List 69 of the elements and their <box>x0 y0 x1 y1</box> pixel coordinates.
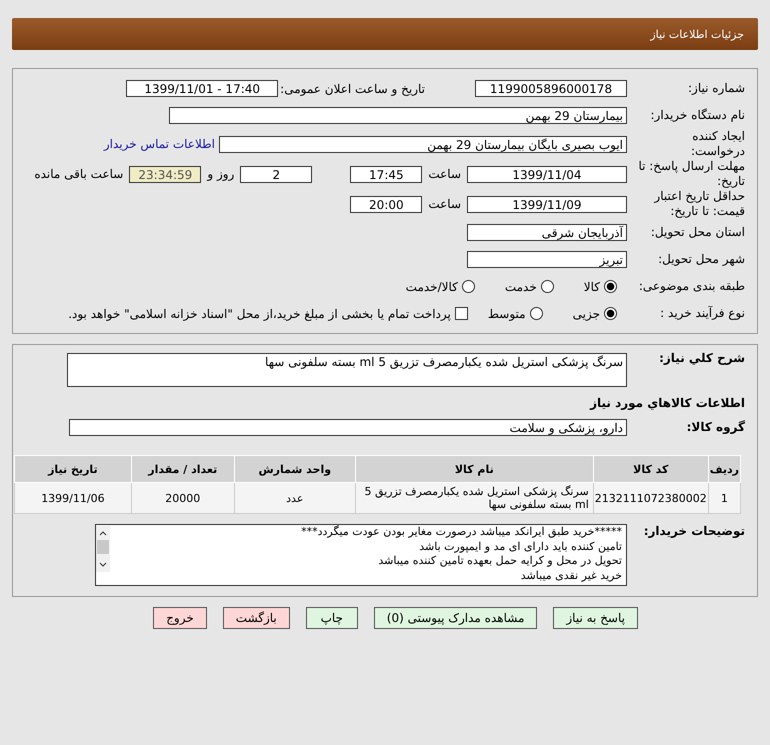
section-heading: اطلاعات كالاهاي مورد نياز <box>590 396 745 410</box>
field-label: مهلت ارسال پاسخ: تا تاریخ: <box>637 159 745 189</box>
summary-field: سرنگ پزشکی استریل شده یکبارمصرف تزریق 5 ml بسته سلفونی سها <box>67 353 627 387</box>
date-field: 1399/11/09 <box>467 196 627 212</box>
action-button[interactable]: مشاهده مدارک پیوستی (0) <box>374 607 538 629</box>
contact-link[interactable]: اطلاعات تماس خریدار <box>104 137 215 151</box>
column-header: کد کالا <box>593 456 708 482</box>
radio-button[interactable] <box>604 280 617 293</box>
radio-button[interactable] <box>462 280 475 293</box>
table-cell: 1399/11/06 <box>14 482 132 514</box>
field-label: ایجاد کننده درخواست: <box>690 129 745 159</box>
action-button[interactable]: بازگشت <box>222 607 290 629</box>
radio-button[interactable] <box>604 307 617 320</box>
buyer-org-field: بیمارستان 29 بهمن <box>169 107 627 124</box>
field-label: توضیحات خریدار: <box>642 524 745 539</box>
field-label: طبقه بندی موضوعی: <box>638 279 745 294</box>
radio-label: جزیی <box>572 306 600 320</box>
note-line: خرید غیر نقدی میباشد <box>520 568 622 583</box>
time-field: 20:00 <box>350 196 422 212</box>
notes-field[interactable]: *****خرید طبق ایرانکد میباشد درصورت مغایر بودن عودت میگردد*** تامین کننده باید دارای ای مد و ایمپورت باشد تحویل در محل و کرایه حمل بعهده تامین کننده میباشد خرید غیر نقدی میباشد <box>95 524 627 586</box>
column-header: تعداد / مقدار <box>131 456 234 482</box>
field-label: گروه کالا: <box>686 420 745 435</box>
field-label: نام دستگاه خریدار: <box>650 108 745 123</box>
scrollbar[interactable] <box>96 526 110 572</box>
city-field: تبریز <box>467 251 627 268</box>
field-label: تاریخ و ساعت اعلان عمومی: <box>280 82 425 96</box>
time-label: ساعت <box>428 167 461 181</box>
days-label: روز و <box>207 167 234 181</box>
date-field: 1399/11/04 <box>467 166 627 182</box>
table-cell: 2132111072380002 <box>593 482 708 514</box>
goods-group-field: دارو، پزشکی و سلامت <box>69 419 627 436</box>
table-cell: عدد <box>234 482 356 514</box>
field-label: شماره نیاز: <box>687 81 745 96</box>
action-button[interactable]: پاسخ به نیاز <box>553 607 638 629</box>
radio-label: خدمت <box>504 280 537 294</box>
note-line: *****خرید طبق ایرانکد میباشد درصورت مغایر بودن عودت میگردد*** <box>300 525 622 540</box>
radio-label: کالا <box>584 280 600 294</box>
column-header: ردیف <box>708 456 740 482</box>
remaining-label: ساعت باقی مانده <box>34 167 124 181</box>
action-button[interactable]: خروج <box>153 607 207 629</box>
checkbox[interactable] <box>454 307 468 320</box>
field-label: نوع فرآیند خرید : <box>659 306 745 321</box>
action-button[interactable]: چاپ <box>306 607 358 629</box>
note-line: تامین کننده باید دارای ای مد و ایمپورت باشد <box>418 540 622 554</box>
checkbox-label: پرداخت تمام یا بخشی از مبلغ خرید،از محل "اسناد خزانه اسلامی" خواهد بود. <box>68 306 451 320</box>
province-field: آذربایجان شرقی <box>467 224 627 241</box>
time-field: 17:45 <box>350 166 422 182</box>
page-title: جزئیات اطلاعات نیاز <box>650 28 744 40</box>
column-header: واحد شمارش <box>234 456 356 482</box>
field-label: استان محل تحویل: <box>650 225 745 240</box>
announce-date-field: 1399/11/01 - 17:40 <box>126 80 278 97</box>
table-cell: سرنگ پزشکی استریل شده یکبارمصرف تزریق 5 ml بسته سلفونی سها <box>355 482 594 514</box>
radio-button[interactable] <box>540 280 554 293</box>
days-field: 2 <box>240 166 312 182</box>
field-label: شرح کلي نياز: <box>658 351 745 366</box>
column-header: نام کالا <box>355 456 594 482</box>
field-label: حداقل تاریخ اعتبار قیمت: تا تاریخ: <box>652 189 745 219</box>
radio-button[interactable] <box>530 307 543 320</box>
table-cell: 1 <box>708 482 740 514</box>
table-cell: 20000 <box>131 482 234 514</box>
need-number-field: 1199005896000178 <box>475 80 627 97</box>
note-line: تحویل در محل و کرایه حمل بعهده تامین کننده میباشد <box>377 554 622 568</box>
radio-label: کالا/خدمت <box>406 280 458 294</box>
creator-field: ایوب بصیری بایگان بیمارستان 29 بهمن <box>219 136 627 152</box>
time-label: ساعت <box>428 197 461 211</box>
field-label: شهر محل تحویل: <box>657 252 745 267</box>
radio-label: متوسط <box>488 306 526 320</box>
countdown-field: 23:34:59 <box>129 166 202 182</box>
column-header: تاریخ نیاز <box>14 456 132 482</box>
